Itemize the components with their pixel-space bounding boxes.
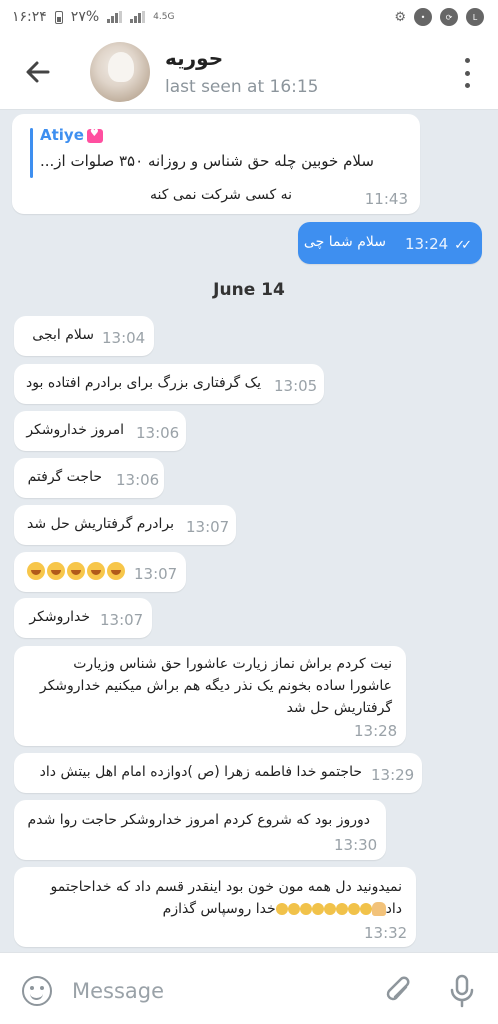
message-text: خداروشکر: [29, 609, 90, 625]
reply-sender-name: Atiye: [40, 126, 103, 144]
signal-icon: [107, 11, 123, 23]
battery-level: ۲۷%: [70, 9, 100, 25]
message-text: سلام شما چی: [303, 234, 386, 250]
message-time: 13:07: [100, 611, 144, 629]
message-time: 13:07: [186, 518, 230, 536]
last-seen-status: last seen at 16:15: [165, 77, 319, 97]
crying-face-icon: [47, 562, 65, 580]
signal-icon-2: [130, 11, 146, 23]
network-type: 4.5G: [153, 12, 175, 22]
message-bubble-incoming[interactable]: نیت کردم براش نماز زیارت عاشورا حق شناس …: [14, 646, 406, 746]
crying-face-icon: [87, 562, 105, 580]
message-bubble-incoming[interactable]: برادرم گرفتاریش حل شد 13:07: [14, 505, 236, 545]
crying-emoji-row: [26, 562, 126, 580]
back-arrow-icon[interactable]: [22, 56, 54, 88]
crying-face-icon: [27, 562, 45, 580]
date-separator: June 14: [213, 280, 285, 300]
message-composer: [0, 952, 498, 1024]
message-text: حاجتمو خدا فاطمه زهرا (ص )دوازده امام اه…: [39, 764, 362, 780]
line-app-icon: L: [466, 8, 484, 26]
message-bubble-incoming[interactable]: یک گرفتاری بزرگ برای برادرم افتاده بود 1…: [14, 364, 324, 404]
reply-quote-bar: [30, 128, 33, 178]
crying-face-icon: [275, 903, 288, 915]
message-text: حاجت گرفتم: [27, 469, 102, 485]
emoji-icon[interactable]: [22, 976, 52, 1006]
message-text-line: نمیدونید دل همه مون خون بود اینقدر قسم د…: [50, 879, 402, 895]
crying-face-icon: [359, 903, 372, 915]
message-text-line: عاشورا ساده بخونم یک نذر دیگه هم براش می…: [39, 678, 392, 694]
message-text-line: نیت کردم براش نماز زیارت عاشورا حق شناس …: [73, 656, 392, 672]
double-check-icon: ✓✓: [454, 238, 472, 253]
message-time: 13:30: [334, 836, 378, 854]
crying-face-icon: [107, 562, 125, 580]
message-text: امروز خداروشکر: [26, 422, 124, 438]
heart-emoji-icon: [86, 128, 103, 143]
status-bar: ۱۶:۲۴ ۲۷% 4.5G ⚙ • ⟳ L: [0, 0, 498, 34]
message-bubble-incoming[interactable]: خداروشکر 13:07: [14, 598, 152, 638]
battery-icon: [54, 10, 63, 24]
message-bubble-incoming[interactable]: حاجت گرفتم 13:06: [14, 458, 164, 498]
message-bubble-incoming[interactable]: 13:07: [14, 552, 186, 592]
chat-header: حوریه last seen at 16:15: [0, 34, 498, 110]
message-bubble-incoming[interactable]: نمیدونید دل همه مون خون بود اینقدر قسم د…: [14, 867, 416, 947]
attach-paperclip-icon[interactable]: [384, 973, 414, 1009]
message-bubble-incoming[interactable]: دوروز بود که شروع کردم امروز خداروشکر حا…: [14, 800, 386, 860]
contact-name[interactable]: حوریه: [165, 46, 223, 70]
message-time: 11:43: [364, 190, 408, 208]
message-text: دوروز بود که شروع کردم امروز خداروشکر حا…: [27, 812, 370, 828]
message-time: 13:24 ✓✓: [404, 235, 472, 253]
status-time: ۱۶:۲۴: [12, 9, 47, 25]
message-bubble-incoming[interactable]: Atiye سلام خوبین چله حق شناس و روزانه ۳۵…: [12, 114, 420, 214]
message-text: یک گرفتاری بزرگ برای برادرم افتاده بود: [26, 375, 261, 391]
message-text: سلام ابجی: [32, 327, 94, 343]
message-bubble-incoming[interactable]: سلام ابجی 13:04: [14, 316, 154, 356]
message-text: برادرم گرفتاریش حل شد: [27, 516, 174, 532]
praying-hands-icon: [371, 902, 386, 916]
message-bubble-incoming[interactable]: امروز خداروشکر 13:06: [14, 411, 186, 451]
message-time: 13:28: [354, 722, 398, 740]
message-input[interactable]: [72, 973, 362, 1009]
message-text-line-2: دادخدا روسپاس گذازم: [162, 901, 402, 917]
message-time: 13:32: [364, 924, 408, 942]
reply-quoted-text: سلام خوبین چله حق شناس و روزانه ۳۵۰ صلوا…: [40, 152, 374, 170]
crying-face-icon: [335, 903, 348, 915]
message-time: 13:07: [134, 565, 178, 583]
crying-face-icon: [287, 903, 300, 915]
avatar[interactable]: [90, 42, 150, 102]
message-text-line: گرفتاریش حل شد: [286, 700, 392, 716]
crying-face-icon: [311, 903, 324, 915]
crying-face-icon: [323, 903, 336, 915]
app-notification-icon: •: [414, 8, 432, 26]
message-list[interactable]: Atiye سلام خوبین چله حق شناس و روزانه ۳۵…: [0, 110, 498, 952]
message-bubble-outgoing[interactable]: سلام شما چی 13:24 ✓✓: [298, 222, 482, 264]
crying-face-icon: [299, 903, 312, 915]
message-text: نه کسی شرکت نمی کنه: [150, 187, 292, 203]
message-time: 13:05: [274, 377, 318, 395]
more-options-icon[interactable]: [462, 58, 472, 88]
gear-icon: ⚙: [394, 9, 406, 25]
microphone-icon[interactable]: [448, 973, 476, 1009]
message-time: 13:04: [102, 329, 146, 347]
message-bubble-incoming[interactable]: حاجتمو خدا فاطمه زهرا (ص )دوازده امام اه…: [14, 753, 422, 793]
sync-icon: ⟳: [440, 8, 458, 26]
message-time: 13:06: [136, 424, 180, 442]
crying-face-icon: [347, 903, 360, 915]
crying-face-icon: [67, 562, 85, 580]
message-time: 13:06: [116, 471, 160, 489]
message-time: 13:29: [371, 766, 415, 784]
